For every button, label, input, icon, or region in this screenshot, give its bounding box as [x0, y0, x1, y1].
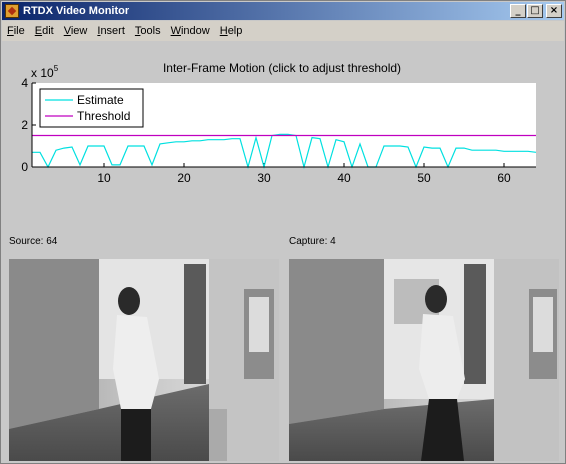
motion-chart[interactable]: Inter-Frame Motion (click to adjust thre… — [2, 41, 566, 221]
figure-area: Inter-Frame Motion (click to adjust thre… — [2, 41, 564, 462]
y-multiplier-label: x 105 — [31, 64, 59, 80]
minimize-button[interactable]: _ — [510, 4, 526, 18]
app-window: RTDX Video Monitor _ □ × File Edit View … — [0, 0, 566, 464]
x-tick-label: 40 — [337, 171, 351, 185]
source-video-frame — [9, 259, 279, 461]
legend-label: Estimate — [77, 93, 124, 107]
menu-file[interactable]: File — [2, 25, 30, 37]
x-tick-label: 20 — [177, 171, 191, 185]
menu-help[interactable]: Help — [215, 25, 248, 37]
window-title: RTDX Video Monitor — [23, 5, 130, 17]
source-video-image — [9, 259, 279, 461]
menu-insert[interactable]: Insert — [92, 25, 130, 37]
y-tick-label: 4 — [21, 76, 28, 90]
title-bar[interactable]: RTDX Video Monitor _ □ × — [2, 2, 564, 20]
x-tick-label: 30 — [257, 171, 271, 185]
legend-label: Threshold — [77, 109, 130, 123]
y-multiplier-exponent: 5 — [54, 64, 59, 73]
menu-edit[interactable]: Edit — [30, 25, 59, 37]
menu-window[interactable]: Window — [166, 25, 215, 37]
maximize-button[interactable]: □ — [527, 4, 543, 18]
x-tick-label: 10 — [97, 171, 111, 185]
menu-bar: File Edit View Insert Tools Window Help — [2, 21, 564, 41]
menu-view[interactable]: View — [59, 25, 93, 37]
source-label: Source: 64 — [9, 236, 58, 247]
capture-video-image — [289, 259, 559, 461]
window-controls: _ □ × — [509, 4, 562, 18]
x-tick-label: 60 — [497, 171, 511, 185]
capture-label: Capture: 4 — [289, 236, 336, 247]
menu-tools[interactable]: Tools — [130, 25, 166, 37]
y-tick-label: 2 — [21, 118, 28, 132]
chart-title: Inter-Frame Motion (click to adjust thre… — [163, 61, 401, 75]
close-button[interactable]: × — [546, 4, 562, 18]
y-multiplier-base: x 10 — [31, 66, 54, 80]
matlab-logo-icon — [5, 4, 19, 18]
legend: Estimate Threshold — [39, 88, 144, 128]
x-tick-label: 50 — [417, 171, 431, 185]
capture-video-frame — [289, 259, 559, 461]
y-tick-label: 0 — [21, 160, 28, 174]
